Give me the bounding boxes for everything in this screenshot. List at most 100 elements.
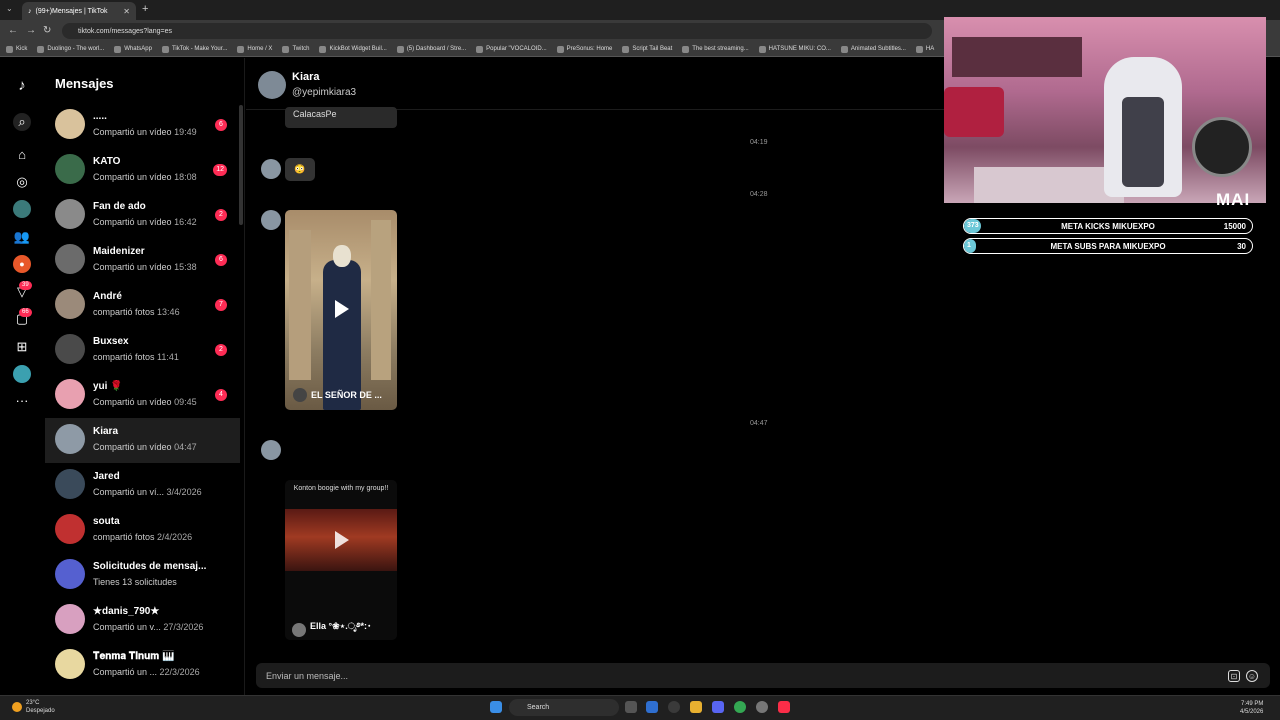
activity-icon[interactable]: ▽ 39 xyxy=(13,281,32,301)
bookmark-favicon-icon xyxy=(114,45,122,53)
tiktok-logo-icon[interactable]: ♪ xyxy=(13,76,31,94)
bookmark-item[interactable]: KickBot Widget Buil... xyxy=(319,45,387,53)
bookmark-item[interactable]: Animated Subtitles... xyxy=(840,45,906,53)
conversation-item[interactable]: Jared Compartió un ví... 3/4/2026 xyxy=(45,463,240,508)
conversation-preview: Compartió un v... 27/3/2026 xyxy=(93,622,203,632)
profile-avatar-icon[interactable] xyxy=(13,365,31,383)
settings-icon[interactable] xyxy=(756,701,768,713)
conversation-name: Maidenizer xyxy=(93,246,145,257)
play-icon[interactable] xyxy=(335,300,349,318)
conversation-item[interactable]: Kiara Compartió un vídeo 04:47 xyxy=(45,418,240,463)
emoji-icon[interactable]: ☺ xyxy=(1246,670,1258,682)
url-field[interactable]: tiktok.com/messages?lang=es xyxy=(62,23,932,39)
conversation-item[interactable]: ..... Compartió un vídeo 19:49 6 xyxy=(45,103,240,148)
conversation-item[interactable]: KATO Compartió un vídeo 18:08 12 xyxy=(45,148,240,193)
discord-icon[interactable] xyxy=(712,701,724,713)
bookmark-item[interactable]: Kick xyxy=(6,45,27,53)
taskbar xyxy=(0,695,1280,720)
shared-video-card[interactable]: CalacasPe xyxy=(285,107,397,128)
gif-icon[interactable]: ⊡ xyxy=(1228,670,1240,682)
preview-time: 19:49 xyxy=(174,127,197,137)
bookmark-item[interactable]: The best streaming... xyxy=(682,45,749,53)
weather-temp: 23°C xyxy=(26,700,40,706)
conversation-item[interactable]: Buxsex compartió fotos 11:41 2 xyxy=(45,328,240,373)
reload-icon[interactable]: ↻ xyxy=(43,25,51,36)
avatar xyxy=(55,514,85,544)
shared-video-thumbnail[interactable]: EL SEÑOR DE ... xyxy=(285,210,397,410)
bookmark-item[interactable]: TikTok - Make Your... xyxy=(161,45,227,53)
tiktok-favicon-icon: ♪ xyxy=(28,7,32,15)
upload-icon[interactable]: ⊞ xyxy=(13,338,31,356)
bookmark-item[interactable]: Home / X xyxy=(237,45,273,53)
conversation-item[interactable]: souta compartió fotos 2/4/2026 xyxy=(45,508,240,553)
shared-video-thumbnail[interactable] xyxy=(285,509,397,571)
goal-target: 30 xyxy=(1237,242,1246,251)
messages-icon[interactable]: ▢ 66 xyxy=(13,308,32,328)
weather-widget[interactable]: 23°C Despejado xyxy=(12,699,55,715)
bookmark-item[interactable]: Popular "VOCALOID... xyxy=(476,45,547,53)
forward-icon[interactable]: → xyxy=(26,25,36,36)
conversation-item[interactable]: 𝐓𝐞𝐧𝐦𝐚 𝐓𝐢𝐧𝐮𝐦 🎹 Compartió un ... 22/3/2026 xyxy=(45,643,240,688)
conversation-name: KATO xyxy=(93,156,121,167)
bookmark-label: KickBot Widget Buil... xyxy=(329,46,387,52)
goal-label: META SUBS PARA MIKUEXPO xyxy=(1050,242,1166,251)
task-view-icon[interactable] xyxy=(625,701,637,713)
play-icon[interactable] xyxy=(335,531,349,549)
chat-header xyxy=(246,58,946,110)
music-icon[interactable] xyxy=(778,701,790,713)
bookmark-label: Home / X xyxy=(247,46,273,52)
mail-icon[interactable] xyxy=(646,701,658,713)
conversation-preview: Compartió un vídeo 09:45 xyxy=(93,397,197,407)
search-icon[interactable]: ⌕ xyxy=(13,113,31,131)
conversation-item[interactable]: Fan de ado Compartió un vídeo 16:42 2 xyxy=(45,193,240,238)
home-icon[interactable]: ⌂ xyxy=(13,145,31,163)
clock[interactable]: 7:49 PM 4/5/2026 xyxy=(1240,700,1263,716)
goal-target: 15000 xyxy=(1223,222,1246,231)
chat-avatar[interactable] xyxy=(258,71,286,99)
conversation-preview: Compartió un vídeo 16:42 xyxy=(93,217,197,227)
explore-icon[interactable]: ◎ xyxy=(13,173,31,191)
conversation-preview: Compartió un ... 22/3/2026 xyxy=(93,667,200,677)
bookmark-item[interactable]: Twitch xyxy=(282,45,310,53)
message-input[interactable]: Enviar un mensaje... xyxy=(256,663,1270,688)
start-icon[interactable] xyxy=(490,701,502,713)
friends-icon[interactable]: 👥 xyxy=(13,228,31,246)
close-tab-icon[interactable]: ✕ xyxy=(123,7,130,16)
bookmark-item[interactable]: HA xyxy=(915,45,934,53)
conversation-item[interactable]: Solicitudes de mensaj... Tienes 13 solici… xyxy=(45,553,240,598)
following-avatar-icon[interactable] xyxy=(13,200,31,218)
bookmark-item[interactable]: Script Tail Beat xyxy=(622,45,672,53)
avatar xyxy=(55,199,85,229)
conversation-item[interactable]: ★danis_790★ Compartió un v... 27/3/2026 xyxy=(45,598,240,643)
tab-search-icon[interactable]: ⌄ xyxy=(6,4,13,13)
browser-tab[interactable]: ♪ (99+)Mensajes | TikTok ✕ xyxy=(22,2,136,20)
bookmark-item[interactable]: PreSonus: Home xyxy=(556,45,612,53)
bookmark-label: Twitch xyxy=(292,46,310,52)
bookmark-favicon-icon xyxy=(682,45,690,53)
preview-time: 27/3/2026 xyxy=(163,622,204,632)
bookmark-item[interactable]: Duolingo - The worl... xyxy=(37,45,104,53)
file-explorer-icon[interactable] xyxy=(690,701,702,713)
new-tab-icon[interactable]: + xyxy=(142,3,148,15)
taskbar-search[interactable]: Search xyxy=(509,699,619,716)
conversation-preview: Compartió un vídeo 15:38 xyxy=(93,262,197,272)
conversation-name: André xyxy=(93,291,122,302)
back-icon[interactable]: ← xyxy=(8,25,18,36)
avatar xyxy=(55,424,85,454)
conversation-item[interactable]: André compartió fotos 13:46 7 xyxy=(45,283,240,328)
conversation-item[interactable]: Maidenizer Compartió un vídeo 15:38 6 xyxy=(45,238,240,283)
conversation-item[interactable]: yui 🌹 Compartió un vídeo 09:45 4 xyxy=(45,373,240,418)
chat-name[interactable]: Kiara xyxy=(292,71,320,83)
bookmark-favicon-icon xyxy=(282,45,290,53)
bookmark-favicon-icon xyxy=(622,45,630,53)
list-scrollbar[interactable] xyxy=(239,105,243,225)
more-icon[interactable]: ··· xyxy=(13,391,31,409)
unread-badge: 6 xyxy=(215,119,227,131)
browser-icon[interactable] xyxy=(668,701,680,713)
bookmark-item[interactable]: HATSUNE MIKU: CO... xyxy=(758,45,831,53)
chrome-icon[interactable] xyxy=(734,701,746,713)
bookmark-item[interactable]: WhatsApp xyxy=(114,45,152,53)
avatar xyxy=(55,244,85,274)
bookmark-item[interactable]: (5) Dashboard / Stre... xyxy=(396,45,466,53)
live-icon[interactable]: ● xyxy=(13,255,31,273)
